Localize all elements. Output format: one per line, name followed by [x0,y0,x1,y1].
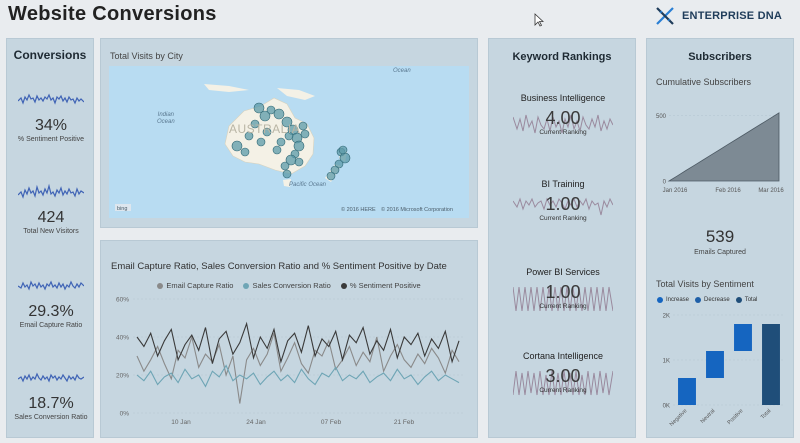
y-tick-label: 20% [116,373,129,380]
legend-item[interactable]: Total [735,297,757,303]
keyword-card[interactable]: BI Training 1.00 Current Ranking [489,179,637,227]
x-tick-label: Negative [669,408,689,428]
line-chart-panel: Email Capture Ratio, Sales Conversion Ra… [100,240,478,438]
y-tick-label: 2K [663,314,670,320]
visits-by-sentiment-chart[interactable]: 0K 1K 2K Negative Neutral Positive Total [647,309,795,437]
kpi-sentiment-positive[interactable]: 34% % Sentiment Positive [7,89,95,143]
logo: ENTERPRISE DNA [654,5,782,27]
y-tick-label: 1K [663,359,670,365]
indonesia-landmass [204,84,249,92]
logo-text: ENTERPRISE DNA [682,10,782,22]
x-tick-label: Total [760,408,772,420]
y-tick-label: 0% [120,411,130,418]
subscribers-panel: Subscribers Cumulative Subscribers 0 500 J… [646,38,794,438]
sparkline-sales [18,372,84,383]
conversions-panel: Conversions 34% % Sentiment Positive 424… [6,38,94,438]
kpi-label: Sales Conversion Ratio [14,414,88,421]
y-tick-label: 500 [656,114,667,120]
keyword-rankings-panel: Keyword Rankings Business Intelligence 4… [488,38,636,438]
dna-logo-icon [656,7,674,25]
y-tick-label: 40% [116,335,129,342]
legend-item[interactable]: Increase [657,297,689,303]
emails-captured-label: Emails Captured [694,249,746,256]
emails-captured-card[interactable]: 539 Emails Captured [647,227,793,256]
bing-credit: bing [117,206,128,212]
x-tick-label: 07 Feb [321,419,342,426]
sparkline-visitors [18,183,84,199]
waterfall-bar [706,351,724,378]
keyword-ranking-label: Current Ranking [539,215,587,222]
mouse-cursor-icon [534,13,544,27]
indian-ocean-label: Indian Ocean [157,112,175,125]
visits-by-sentiment-title: Total Visits by Sentiment [656,279,754,289]
cumulative-subscribers-chart[interactable]: 0 500 Jan 2016 Feb 2016 Mar 2016 [647,95,795,205]
kpi-value: 29.3% [28,303,74,320]
kpi-label: Email Capture Ratio [19,322,83,329]
sparkline-email [18,280,84,291]
keyword-name: Power BI Services [526,267,600,277]
keyword-card[interactable]: Power BI Services 1.00 Current Ranking [489,267,637,315]
keyword-name: Business Intelligence [520,93,606,103]
ocean-label-top: Ocean [393,68,411,74]
waterfall-bar [734,324,752,351]
x-tick-label: Positive [727,408,745,426]
x-tick-label: Mar 2016 [758,188,784,194]
kpi-email-capture[interactable]: 29.3% Email Capture Ratio [7,275,95,329]
kpi-value: 424 [37,209,65,226]
pacific-ocean-label: Pacific Ocean [289,182,327,188]
keyword-ranking-value: 4.00 [545,108,581,128]
keyword-name: Cortana Intelligence [522,351,604,361]
x-tick-label: Jan 2016 [663,188,688,194]
keyword-ranking-value: 1.00 [545,194,581,214]
x-tick-label: 10 Jan [171,419,191,426]
keyword-ranking-label: Current Ranking [539,387,587,394]
subscribers-title: Subscribers [688,51,752,63]
page-title: Website Conversions [8,3,217,25]
map-shapes [115,84,351,211]
keyword-card[interactable]: Cortana Intelligence 3.00 Current Rankin… [489,351,637,399]
country-label: AUSTRALIA [229,122,301,136]
cumulative-subscribers-title: Cumulative Subscribers [656,77,752,87]
sparkline-sentiment [18,93,84,105]
map-panel: Total Visits by City Ocean Indian Ocean … [100,38,478,228]
keyword-rankings-title: Keyword Rankings [512,51,612,63]
y-tick-label: 60% [116,297,129,304]
kpi-new-visitors[interactable]: 424 Total New Visitors [7,181,95,235]
keyword-card[interactable]: Business Intelligence 4.00 Current Ranki… [489,93,637,141]
waterfall-bar [678,378,696,405]
conversions-title: Conversions [13,48,87,62]
microsoft-credit: © 2016 Microsoft Corporation [381,207,453,213]
kpi-label: Total New Visitors [23,228,79,235]
emails-captured-value: 539 [705,227,735,246]
keyword-ranking-label: Current Ranking [539,303,587,310]
x-tick-label: Neutral [700,408,717,425]
x-tick-label: Feb 2016 [715,188,741,194]
y-tick-label: 0 [663,180,667,186]
sentiment-legend: Increase Decrease Total [657,297,757,303]
series-line [136,364,460,388]
kpi-sales-conversion[interactable]: 18.7% Sales Conversion Ratio [7,367,95,421]
kpi-label: % Sentiment Positive [17,136,85,143]
map-title: Total Visits by City [110,51,183,61]
y-tick-label: 0K [663,404,670,410]
x-tick-label: 21 Feb [394,419,415,426]
here-credit: © 2016 HERE [341,207,376,213]
keyword-name: BI Training [541,179,585,189]
header: Website Conversions ENTERPRISE DNA [0,0,800,34]
city-visits-map[interactable]: Ocean Indian Ocean AUSTRALIA Pacific Ocea… [109,66,469,218]
x-tick-label: 24 Jan [246,419,266,426]
kpi-value: 18.7% [28,395,74,412]
kpi-value: 34% [34,117,68,134]
keyword-ranking-label: Current Ranking [539,129,587,136]
line-chart[interactable]: 0% 20% 40% 60% 10 Jan 24 Jan 07 Feb 21 Feb [101,241,479,439]
keyword-ranking-value: 1.00 [545,282,581,302]
legend-item[interactable]: Decrease [695,297,730,303]
keyword-ranking-value: 3.00 [545,366,581,386]
new-guinea-landmass [277,88,315,100]
area-fill [667,112,780,182]
waterfall-bar [762,324,780,405]
